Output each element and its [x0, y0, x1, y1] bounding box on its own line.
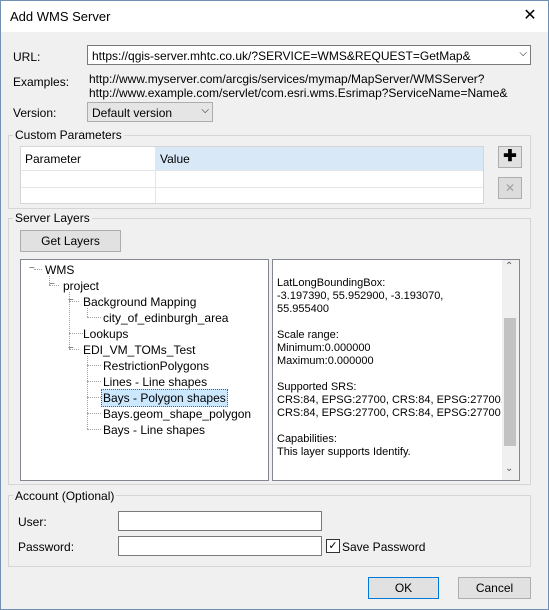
scroll-thumb[interactable]	[504, 318, 516, 446]
account-group	[8, 495, 531, 567]
tree-node-lookups[interactable]: Lookups	[83, 327, 128, 341]
ok-label: OK	[394, 581, 413, 595]
collapse-icon[interactable]: −	[49, 279, 55, 290]
remove-parameter-button[interactable]: ✕	[498, 177, 522, 199]
tree-node-bays-geom-shape-polygon[interactable]: Bays.geom_shape_polygon	[103, 407, 251, 421]
save-password-checkbox[interactable]: ✓	[326, 539, 340, 553]
cancel-button[interactable]: Cancel	[458, 577, 531, 599]
tree-node-lines-line-shapes[interactable]: Lines - Line shapes	[103, 375, 207, 389]
collapse-icon[interactable]: −	[68, 295, 74, 306]
info-line: This layer supports Identify.	[277, 446, 411, 458]
remove-icon: ✕	[504, 181, 516, 195]
chevron-down-icon[interactable]: ⌵	[201, 105, 209, 116]
header-parameter[interactable]: Parameter	[21, 147, 156, 171]
scroll-down-icon[interactable]: ⌄	[505, 463, 513, 474]
version-value: Default version	[92, 106, 173, 120]
password-input[interactable]	[118, 536, 322, 556]
tree-line	[87, 308, 88, 317]
version-select[interactable]: Default version ⌵	[87, 102, 213, 122]
tree-line	[69, 333, 83, 334]
layer-info-panel: LatLongBoundingBox: -3.197390, 55.952900…	[272, 259, 520, 481]
example-line-2: http://www.example.com/servlet/com.esri.…	[89, 86, 508, 100]
info-line: Scale range:	[277, 329, 339, 341]
account-title: Account (Optional)	[13, 489, 117, 503]
tree-line	[87, 397, 101, 398]
tree-line	[34, 269, 42, 270]
tree-node-project[interactable]: project	[63, 279, 99, 293]
info-line: Maximum:0.000000	[277, 355, 374, 367]
add-parameter-button[interactable]: ✚	[498, 146, 522, 168]
url-combobox[interactable]: https://qgis-server.mhtc.co.uk/?SERVICE=…	[87, 45, 531, 65]
chevron-down-icon[interactable]: ⌵	[519, 48, 527, 59]
tree-node-bays-polygon-shapes-selected[interactable]: Bays - Polygon shapes	[101, 389, 228, 407]
tree-line	[87, 413, 101, 414]
get-layers-label: Get Layers	[41, 234, 100, 248]
tree-node-edi-vm-toms-test[interactable]: EDI_VM_TOMs_Test	[83, 343, 195, 357]
tree-node-city-of-edinburgh-area[interactable]: city_of_edinburgh_area	[103, 311, 228, 325]
header-parameter-label: Parameter	[25, 152, 82, 166]
url-value: https://qgis-server.mhtc.co.uk/?SERVICE=…	[92, 49, 471, 63]
info-line: 55.955400	[277, 303, 329, 315]
get-layers-button[interactable]: Get Layers	[20, 230, 121, 252]
header-value-label: Value	[160, 152, 190, 166]
url-label: URL:	[13, 50, 41, 64]
collapse-icon[interactable]: −	[68, 343, 74, 354]
title-bar: Add WMS Server ✕	[1, 1, 548, 32]
info-line: CRS:84, EPSG:27700, CRS:84, EPSG:27700,	[277, 394, 504, 406]
plus-icon: ✚	[503, 148, 517, 165]
custom-parameters-title: Custom Parameters	[13, 128, 124, 142]
version-label: Version:	[13, 106, 57, 120]
info-line: Supported SRS:	[277, 381, 357, 393]
table-row[interactable]	[21, 171, 483, 188]
info-line: -3.197390, 55.952900, -3.193070,	[277, 290, 444, 302]
tree-line	[87, 429, 101, 430]
window-title: Add WMS Server	[10, 9, 111, 24]
tree-node-wms[interactable]: WMS	[45, 263, 74, 277]
tree-line	[87, 356, 88, 429]
info-line: CRS:84, EPSG:27700, CRS:84, EPSG:27700	[277, 407, 501, 419]
example-line-1: http://www.myserver.com/arcgis/services/…	[89, 72, 485, 86]
header-value[interactable]: Value	[156, 147, 483, 171]
user-input[interactable]	[118, 511, 322, 531]
server-layers-title: Server Layers	[13, 211, 92, 225]
tree-line	[87, 365, 101, 366]
save-password-label[interactable]: Save Password	[342, 540, 425, 554]
info-line: Capabilities:	[277, 433, 337, 445]
user-label: User:	[18, 515, 47, 529]
close-icon[interactable]: ✕	[520, 6, 540, 26]
tree-line	[87, 317, 101, 318]
info-line: LatLongBoundingBox:	[277, 277, 386, 289]
cancel-label: Cancel	[475, 581, 514, 595]
add-wms-dialog: Add WMS Server ✕ URL: https://qgis-serve…	[0, 0, 549, 610]
tree-line	[87, 381, 101, 382]
tree-node-restriction-polygons[interactable]: RestrictionPolygons	[103, 359, 209, 373]
tree-node-bays-line-shapes[interactable]: Bays - Line shapes	[103, 423, 205, 437]
column-divider	[155, 171, 156, 203]
tree-node-background-mapping[interactable]: Background Mapping	[83, 295, 196, 309]
collapse-icon[interactable]: −	[29, 263, 35, 274]
examples-label: Examples:	[13, 75, 70, 89]
layers-tree[interactable]: − − − − WMS project Background Mapping c…	[20, 259, 269, 481]
ok-button[interactable]: OK	[368, 577, 439, 599]
scroll-up-icon[interactable]: ⌃	[505, 261, 513, 272]
custom-parameters-table[interactable]: Parameter Value	[20, 146, 484, 204]
password-label: Password:	[18, 540, 75, 554]
info-line: Minimum:0.000000	[277, 342, 371, 354]
info-scrollbar[interactable]: ⌃ ⌄	[502, 260, 519, 480]
